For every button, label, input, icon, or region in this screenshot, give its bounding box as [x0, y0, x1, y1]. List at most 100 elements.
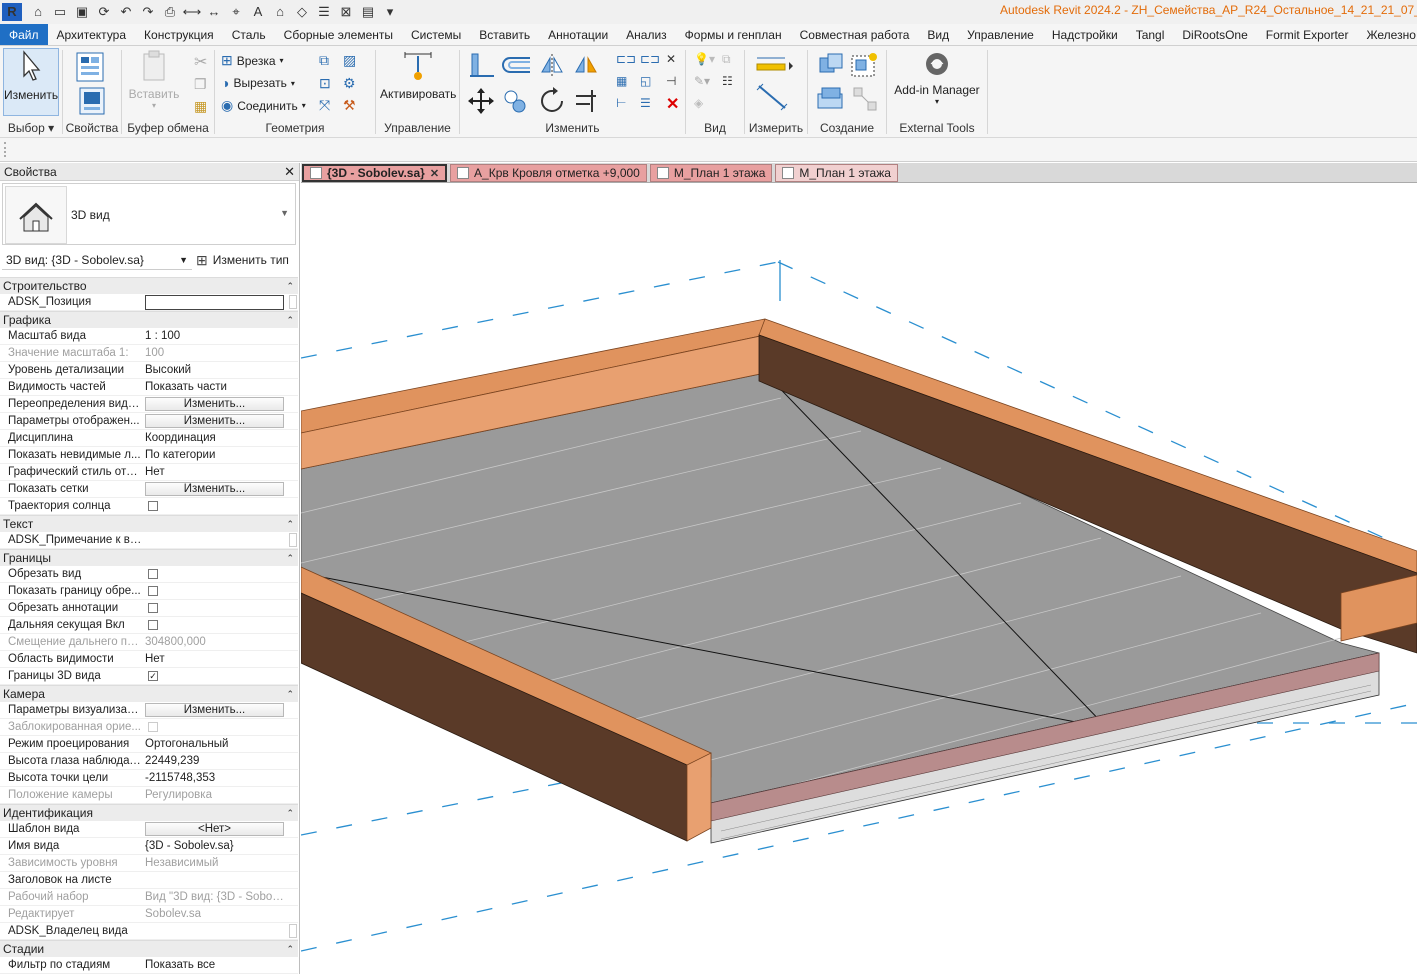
properties-section-header[interactable]: Идентификация ⌃ [0, 804, 298, 821]
collapse-chevron-icon[interactable]: ⌃ [286, 553, 294, 564]
collapse-chevron-icon[interactable]: ⌃ [286, 519, 294, 530]
unpin-icon[interactable]: ⊣ [666, 74, 676, 88]
addin-manager-button[interactable]: Add-in Manager ▾ [891, 48, 983, 106]
measure-line-icon[interactable] [755, 52, 795, 76]
close-hidden-icon[interactable]: ⊠ [336, 3, 356, 21]
create-assembly-icon[interactable] [816, 50, 846, 80]
property-scrollbar[interactable] [289, 533, 297, 547]
match-properties-icon[interactable]: ▦ [194, 98, 207, 115]
mirror-axis-icon[interactable] [538, 50, 568, 80]
activate-button[interactable]: Активировать [380, 48, 456, 101]
3d-viewport[interactable] [301, 183, 1417, 974]
properties-section-header[interactable]: Строительство ⌃ [0, 277, 298, 294]
split-icon[interactable]: ⊏⊐ [616, 52, 636, 66]
linework-icon[interactable]: ✎▾ [694, 74, 710, 88]
view-tab-2[interactable]: М_План 1 этажа [649, 164, 773, 182]
edit-property-button[interactable]: <Нет> [145, 822, 284, 836]
3d-model-canvas[interactable] [301, 183, 1417, 974]
type-properties-icon[interactable] [77, 86, 107, 118]
ribbon-tab-6[interactable]: Вставить [470, 24, 539, 45]
property-checkbox[interactable] [148, 619, 158, 630]
property-checkbox[interactable]: ✓ [148, 670, 158, 681]
measure-icon[interactable]: ⟷ [182, 3, 202, 21]
type-selector[interactable]: 3D вид ▼ [2, 183, 296, 245]
property-value[interactable]: Нет [142, 653, 286, 665]
mirror-draw-icon[interactable] [572, 50, 602, 80]
cope-button[interactable]: ⊞ Врезка ▾ [221, 52, 284, 69]
ribbon-tab-10[interactable]: Совместная работа [791, 24, 919, 45]
ribbon-tab-17[interactable]: Железно [1357, 24, 1417, 45]
sync-icon[interactable]: ⟳ [94, 3, 114, 21]
3d-view-icon[interactable]: ⌂ [270, 3, 290, 21]
split-face-icon[interactable]: ⧉ [319, 52, 329, 69]
property-checkbox[interactable] [148, 568, 158, 579]
connection-icon[interactable]: ⤧ [319, 97, 330, 114]
modify-button[interactable]: Изменить [3, 48, 59, 116]
edit-property-button[interactable]: Изменить... [145, 703, 284, 717]
property-scrollbar[interactable] [289, 295, 297, 309]
property-checkbox[interactable] [148, 500, 158, 511]
ribbon-tab-15[interactable]: DiRootsOne [1173, 24, 1256, 45]
properties-section-header[interactable]: Стадии ⌃ [0, 940, 298, 957]
property-value[interactable]: {3D - Sobolev.sa} [142, 840, 286, 852]
revit-app-icon[interactable]: R [2, 3, 22, 21]
print-icon[interactable]: ⎙ [160, 3, 180, 21]
ribbon-tab-7[interactable]: Аннотации [539, 24, 617, 45]
customize-qa-icon[interactable]: ▾ [380, 3, 400, 21]
ribbon-tab-3[interactable]: Сталь [223, 24, 275, 45]
edit-property-button[interactable]: Изменить... [145, 397, 284, 411]
collapse-chevron-icon[interactable]: ⌃ [286, 808, 294, 819]
array-icon[interactable]: ▦ [616, 74, 627, 88]
cut-geometry-button[interactable]: ◑ Вырезать ▾ [221, 75, 295, 91]
ribbon-tab-16[interactable]: Formit Exporter [1257, 24, 1358, 45]
align-icon[interactable] [466, 50, 496, 80]
property-checkbox[interactable] [148, 585, 158, 596]
copy-elements-icon[interactable] [500, 86, 530, 116]
paint-view-icon[interactable]: ◈ [694, 96, 703, 110]
property-value[interactable]: Координация [142, 432, 286, 444]
select-group-label[interactable]: Выбор ▾ [0, 121, 62, 135]
ribbon-tab-2[interactable]: Конструкция [135, 24, 223, 45]
copy-icon[interactable]: ❐ [194, 76, 207, 93]
open-icon[interactable]: ▭ [50, 3, 70, 21]
pin-icon[interactable]: ✕ [666, 52, 676, 66]
split-gap-icon[interactable]: ⊏⊐ [640, 52, 660, 66]
rotate-icon[interactable] [538, 86, 568, 116]
ribbon-tab-9[interactable]: Формы и генплан [676, 24, 791, 45]
section-icon[interactable]: ◇ [292, 3, 312, 21]
property-input-field[interactable] [145, 294, 284, 310]
instance-selector[interactable]: 3D вид: {3D - Sobolev.sa} ▼ [2, 250, 192, 270]
property-value[interactable]: -2115748,353 [142, 772, 286, 784]
collapse-chevron-icon[interactable]: ⌃ [286, 315, 294, 326]
thin-lines-icon[interactable]: ☰ [314, 3, 334, 21]
collapse-chevron-icon[interactable]: ⌃ [286, 944, 294, 955]
aligned-dimension-icon[interactable] [755, 82, 795, 112]
text-icon[interactable]: A [248, 3, 268, 21]
edit-property-button[interactable]: Изменить... [145, 414, 284, 428]
ribbon-tab-8[interactable]: Анализ [617, 24, 676, 45]
cut-scissors-icon[interactable]: ✂ [194, 52, 207, 72]
trim-multiple-icon[interactable]: ☰ [640, 96, 651, 110]
property-scrollbar[interactable] [289, 924, 297, 938]
switch-windows-icon[interactable]: ▤ [358, 3, 378, 21]
move-icon[interactable] [466, 86, 496, 116]
ribbon-tab-0[interactable]: Файл [0, 24, 48, 45]
redo-icon[interactable]: ↷ [138, 3, 158, 21]
close-icon[interactable]: ✕ [284, 164, 295, 180]
ribbon-tab-14[interactable]: Tangl [1127, 24, 1174, 45]
delete-icon[interactable]: ✕ [666, 94, 679, 114]
trim-extend-icon[interactable] [572, 86, 602, 116]
properties-icon[interactable] [73, 50, 109, 86]
scale-icon[interactable]: ◱ [640, 74, 651, 88]
collapse-chevron-icon[interactable]: ⌃ [286, 689, 294, 700]
ribbon-tab-11[interactable]: Вид [918, 24, 958, 45]
property-value[interactable]: Ортогональный [142, 738, 286, 750]
view-tab-1[interactable]: А_Крв Кровля отметка +9,000 [450, 164, 647, 182]
property-value[interactable]: Высокий [142, 364, 286, 376]
undo-icon[interactable]: ↶ [116, 3, 136, 21]
create-similar-icon[interactable] [850, 84, 880, 114]
paint-icon[interactable]: ▨ [343, 52, 356, 69]
view-filter-icon[interactable]: ☷ [722, 74, 733, 88]
edit-property-button[interactable]: Изменить... [145, 482, 284, 496]
override-icon[interactable]: ⧉ [722, 52, 731, 67]
